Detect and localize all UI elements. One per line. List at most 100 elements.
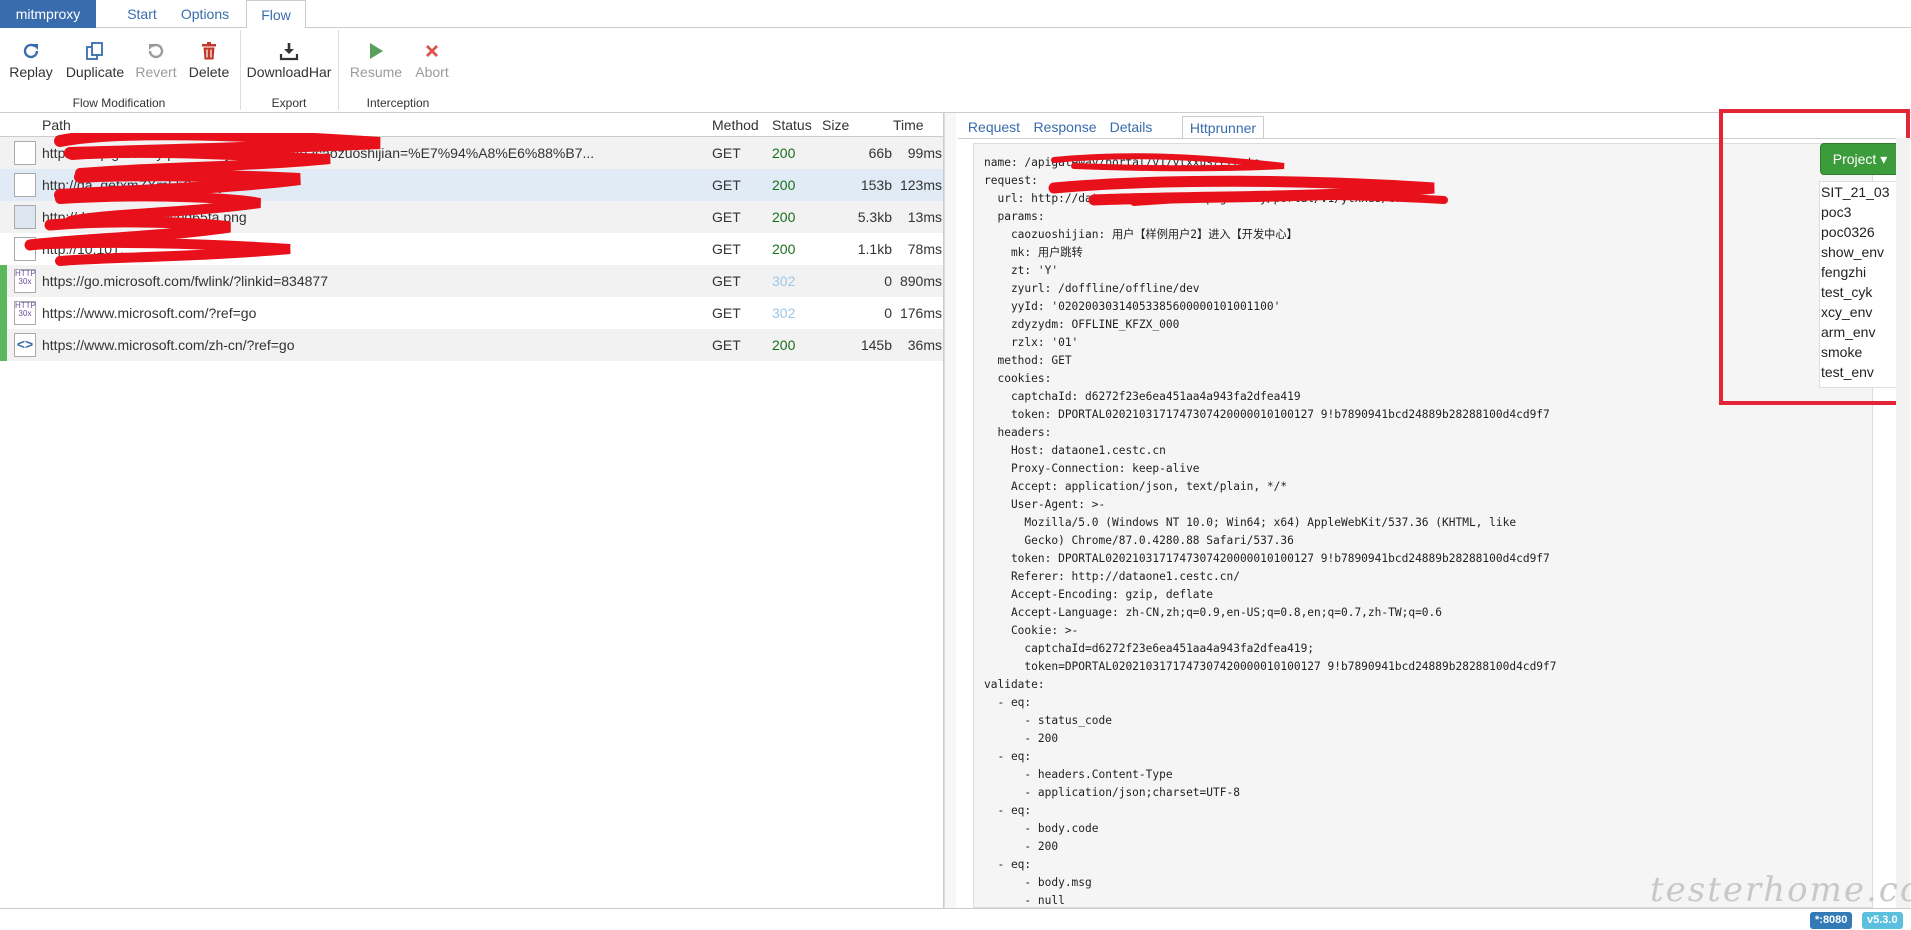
yaml-line: - 200 (984, 732, 1059, 745)
yaml-line: zdyzydm: OFFLINE_KFZX_000 (984, 318, 1180, 331)
row-method: GET (712, 145, 741, 161)
yaml-line: params: (984, 210, 1045, 223)
yaml-line: Referer: http://dataone1.cestc.cn/ (984, 570, 1240, 583)
flow-marker (0, 329, 7, 361)
table-row[interactable]: http://10.101. GET 200 1.1kb 78ms (0, 233, 943, 265)
row-size: 1.1kb (857, 241, 892, 257)
row-size: 5.3kb (857, 209, 892, 225)
yaml-line: Gecko) Chrome/87.0.4280.88 Safari/537.36 (984, 534, 1294, 547)
highlight-box (1719, 109, 1910, 405)
yaml-line: - status_code (984, 714, 1112, 727)
play-icon (346, 36, 406, 64)
row-method: GET (712, 177, 741, 193)
document-icon (14, 237, 36, 261)
column-status[interactable]: Status (772, 117, 812, 133)
brand-tab[interactable]: mitmproxy (0, 0, 96, 28)
yaml-line: Mozilla/5.0 (Windows NT 10.0; Win64; x64… (984, 516, 1517, 529)
duplicate-icon (62, 36, 128, 64)
tab-options[interactable]: Options (172, 0, 238, 28)
yaml-line: rzlx: '01' (984, 336, 1079, 349)
tab-start[interactable]: Start (112, 0, 172, 28)
yaml-line: token: DPORTAL02021031717473074200000101… (984, 408, 1550, 421)
yaml-line: captchaId: d6272f23e6ea451aa4a943fa2dfea… (984, 390, 1301, 403)
html-code-icon: <> (14, 333, 36, 357)
yaml-line: User-Agent: >- (984, 498, 1106, 511)
yaml-line: Accept-Language: zh-CN,zh;q=0.9,en-US;q=… (984, 606, 1443, 619)
download-har-label: DownloadHar (246, 64, 332, 80)
delete-button[interactable]: Delete (184, 36, 234, 88)
yaml-line: Cookie: >- (984, 624, 1079, 637)
table-row[interactable]: <> https://www.microsoft.com/zh-cn/?ref=… (0, 329, 943, 361)
row-path: http://da .getxmZXmLb?xmKjlx= (42, 177, 241, 193)
yaml-line: - headers.Content-Type (984, 768, 1173, 781)
row-time: 36ms (907, 337, 942, 353)
tab-details[interactable]: Details (1104, 116, 1158, 138)
toolbar-separator (240, 30, 241, 110)
row-path: http://data img/403.9cbd65fa.png (42, 209, 247, 225)
flow-toolbar: Replay Duplicate Revert Delete Flow Modi… (0, 28, 1911, 113)
tab-flow[interactable]: Flow (246, 0, 306, 29)
yaml-line: - eq: (984, 750, 1032, 763)
column-path[interactable]: Path (42, 117, 71, 133)
row-size: 145b (860, 337, 892, 353)
tab-httprunner[interactable]: Httprunner (1182, 116, 1264, 139)
row-time: 123ms (899, 177, 942, 193)
yaml-line: yyId: '02020030314053385600000101001100' (984, 300, 1281, 313)
yaml-line: mk: 用户跳转 (984, 246, 1083, 259)
replay-button[interactable]: Replay (6, 36, 56, 88)
row-time: 13ms (907, 209, 942, 225)
tab-request[interactable]: Request (964, 116, 1024, 138)
row-status: 200 (772, 145, 796, 161)
row-status: 200 (772, 337, 796, 353)
row-time: 176ms (899, 305, 942, 321)
row-time: 890ms (899, 273, 942, 289)
row-size: 0 (884, 305, 892, 321)
table-row[interactable]: HTTP 30x https://go.microsoft.com/fwlink/… (0, 265, 943, 297)
yaml-line: Proxy-Connection: keep-alive (984, 462, 1200, 475)
column-method[interactable]: Method (712, 117, 759, 133)
yaml-line: Accept: application/json, text/plain, */… (984, 480, 1288, 493)
column-time[interactable]: Time (893, 117, 924, 133)
yaml-line: headers: (984, 426, 1052, 439)
row-method: GET (712, 241, 741, 257)
row-time: 99ms (907, 145, 942, 161)
port-badge: *:8080 (1810, 912, 1853, 929)
version-badge: v5.3.0 (1862, 912, 1903, 929)
yaml-line: token: DPORTAL02021031717473074200000101… (984, 552, 1550, 565)
top-tab-bar: mitmproxy Start Options Flow (0, 0, 1911, 29)
column-size[interactable]: Size (822, 117, 849, 133)
close-icon (410, 36, 454, 64)
table-row[interactable]: HTTP 30x https://www.microsoft.com/?ref=g… (0, 297, 943, 329)
toolbar-separator (338, 30, 339, 110)
flow-table: Path Method Status Size Time http://d .a… (0, 113, 944, 908)
detail-scrollbar[interactable] (1896, 138, 1910, 908)
row-status: 302 (772, 273, 796, 289)
yaml-line: - eq: (984, 858, 1032, 871)
yaml-line: zt: 'Y' (984, 264, 1059, 277)
document-icon (14, 141, 36, 165)
duplicate-button[interactable]: Duplicate (62, 36, 128, 88)
table-row[interactable]: http://d .apigateway/portal/v1/ytxxus/cr… (0, 137, 943, 169)
yaml-line: validate: (984, 678, 1045, 691)
row-size: 153b (860, 177, 892, 193)
table-row[interactable]: http://data img/403.9cbd65fa.png GET 200… (0, 201, 943, 233)
yaml-line: - eq: (984, 804, 1032, 817)
redirect-icon: HTTP 30x (14, 269, 36, 293)
flow-table-scrollbar[interactable] (944, 113, 956, 908)
yaml-line: zyurl: /doffline/offline/dev (984, 282, 1200, 295)
flow-table-header: Path Method Status Size Time (0, 113, 943, 137)
yaml-line: url: http://dataone1.cestc.cn/apigateway… (984, 192, 1429, 205)
row-size: 0 (884, 273, 892, 289)
row-path: https://www.microsoft.com/zh-cn/?ref=go (42, 337, 295, 353)
row-time: 78ms (907, 241, 942, 257)
yaml-line: - eq: (984, 696, 1032, 709)
row-size: 66b (868, 145, 892, 161)
tab-response[interactable]: Response (1030, 116, 1100, 138)
resume-button[interactable]: Resume (346, 36, 406, 88)
download-har-button[interactable]: DownloadHar (244, 36, 334, 88)
abort-button[interactable]: Abort (410, 36, 454, 88)
table-row[interactable]: http://da .getxmZXmLb?xmKjlx= GET 200 15… (0, 169, 943, 201)
yaml-line: cookies: (984, 372, 1052, 385)
row-path: https://www.microsoft.com/?ref=go (42, 305, 257, 321)
revert-button[interactable]: Revert (132, 36, 180, 88)
